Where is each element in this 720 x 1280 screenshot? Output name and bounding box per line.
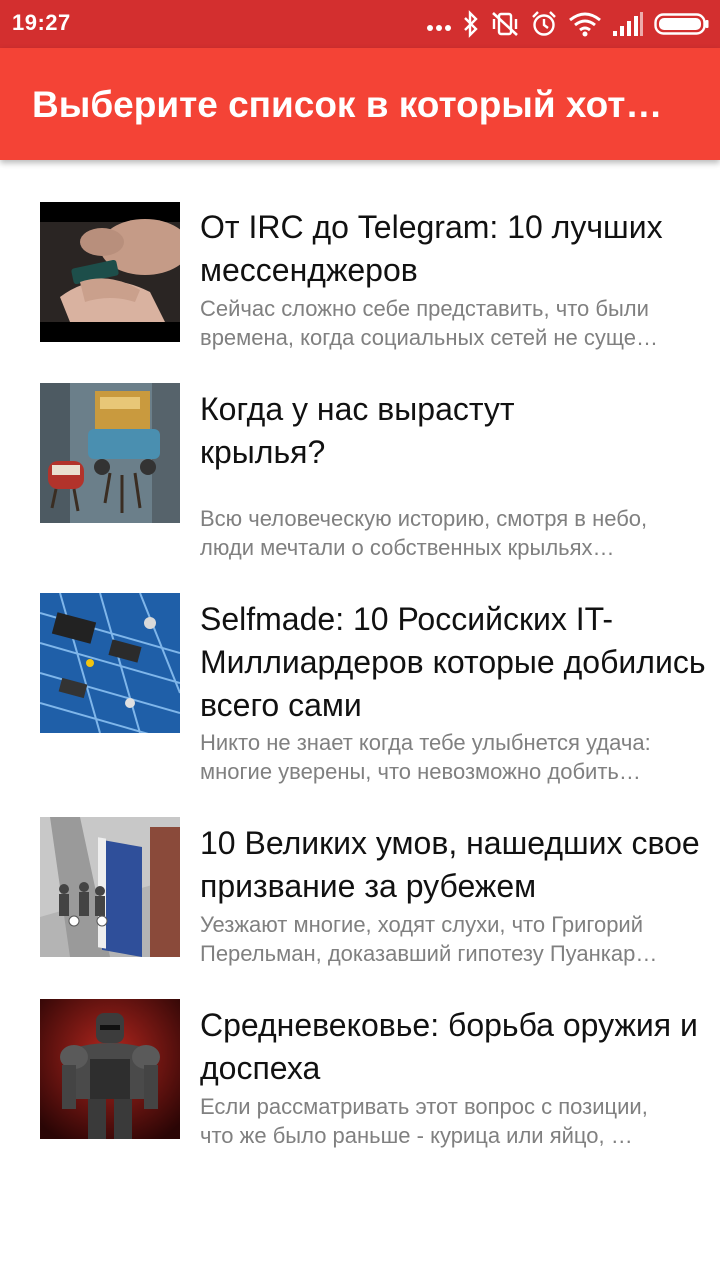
article-description-line: Сейчас сложно себе представить, что были xyxy=(200,296,649,321)
list-item[interactable]: Когда у нас вырастут крылья? Всю человеч… xyxy=(0,372,720,572)
article-title: Selfmade: 10 Российских IT-Миллиардеров … xyxy=(200,601,706,723)
article-title: Средневековье: борьба оружия и доспеха xyxy=(200,1007,698,1086)
article-description-line: люди мечтали о собственных крыльях… xyxy=(200,535,615,560)
app-bar-title: Выберите список в который хот… xyxy=(32,84,663,125)
status-bar: 19:27 xyxy=(0,0,720,48)
article-description-line: времена, когда социальных сетей не суще… xyxy=(200,325,658,350)
article-title: 10 Великих умов, нашедших свое призвание… xyxy=(200,825,700,904)
article-description-line: Перельман, доказавший гипотезу Пуанкар… xyxy=(200,941,658,966)
bluetooth-icon xyxy=(464,10,478,38)
article-description: Уезжают многие, ходят слухи, что Григори… xyxy=(200,910,705,968)
status-icons xyxy=(426,8,710,40)
wifi-icon xyxy=(569,12,601,37)
article-title: Когда у нас вырастут крылья? xyxy=(200,391,515,470)
battery-icon xyxy=(654,13,709,35)
article-description-line: Если рассматривать этот вопрос с позиции… xyxy=(200,1094,648,1119)
article-description: Всю человеческую историю, смотря в небо,… xyxy=(200,504,705,562)
article-description: Сейчас сложно себе представить, что были… xyxy=(200,294,705,352)
signal-icon xyxy=(613,12,643,36)
phone-hands-image xyxy=(40,202,180,342)
article-description-line: Всю человеческую историю, смотря в небо, xyxy=(200,506,648,531)
article-title: От IRC до Telegram: 10 лучших мессенджер… xyxy=(200,209,663,288)
article-description: Если рассматривать этот вопрос с позиции… xyxy=(200,1092,705,1150)
alarm-icon xyxy=(532,11,556,36)
circuit-board-image xyxy=(40,593,180,733)
armor-knight-image xyxy=(40,999,180,1139)
app-bar: Выберите список в который хот… xyxy=(0,48,720,160)
article-description-line: что же было раньше - курица или яйцо, … xyxy=(200,1123,633,1148)
list-item[interactable]: 10 Великих умов, нашедших свое призвание… xyxy=(0,806,720,982)
article-description: Никто не знает когда тебе улыбнется удач… xyxy=(200,728,705,786)
list-item[interactable]: Selfmade: 10 Российских IT-Миллиардеров … xyxy=(0,582,720,802)
flying-truck-image xyxy=(40,383,180,523)
vibrate-off-icon xyxy=(492,12,518,36)
list-item[interactable]: Средневековье: борьба оружия и доспеха Е… xyxy=(0,988,720,1164)
people-book-image xyxy=(40,817,180,957)
article-description-line: Никто не знает когда тебе улыбнется удач… xyxy=(200,730,651,755)
list-item[interactable]: От IRC до Telegram: 10 лучших мессенджер… xyxy=(0,190,720,370)
more-dots-icon xyxy=(427,25,451,31)
article-description-line: Уезжают многие, ходят слухи, что Григори… xyxy=(200,912,644,937)
status-time: 19:27 xyxy=(12,10,71,35)
article-description-line: многие уверены, что невозможно добить… xyxy=(200,759,641,784)
